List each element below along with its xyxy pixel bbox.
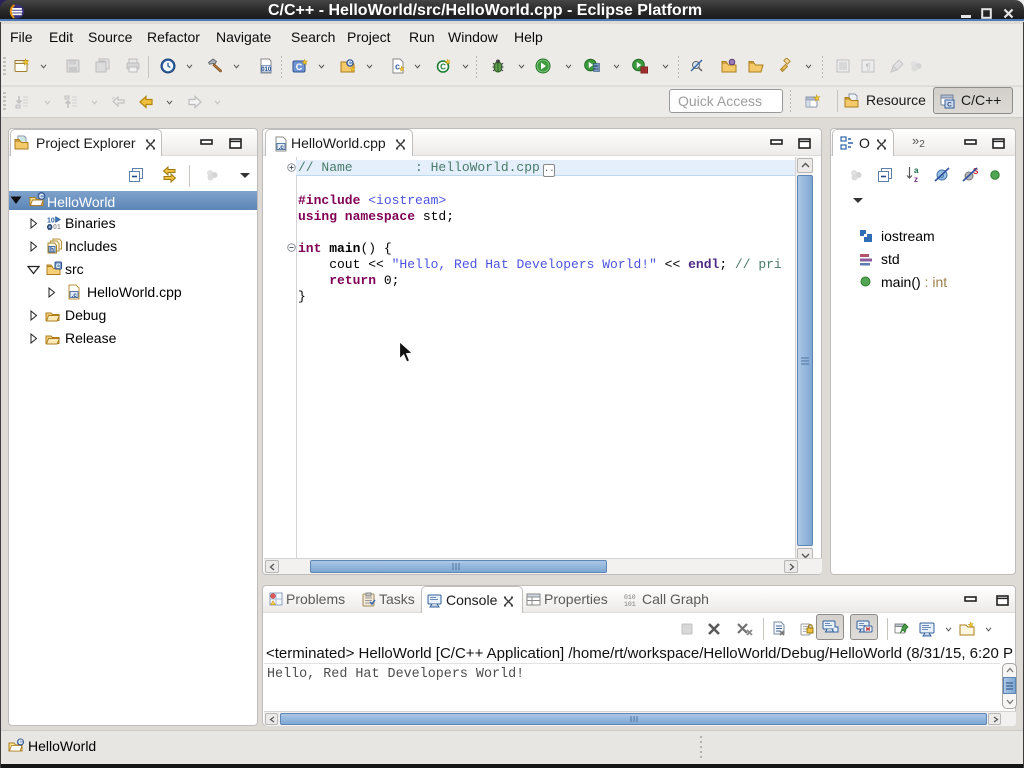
svg-text:01: 01 — [53, 224, 61, 231]
svg-text:.c: .c — [71, 292, 77, 299]
svg-text:010: 010 — [624, 594, 636, 601]
svg-text:010: 010 — [261, 67, 272, 73]
svg-text:C: C — [56, 264, 61, 270]
svg-text:z: z — [914, 175, 918, 183]
svg-text:c: c — [395, 62, 400, 72]
svg-text:h: h — [50, 246, 54, 253]
svg-text:¶: ¶ — [866, 62, 871, 72]
svg-text:C: C — [39, 193, 44, 200]
svg-text:C: C — [18, 740, 23, 746]
svg-text:C: C — [296, 62, 303, 72]
svg-text:C: C — [947, 102, 952, 109]
svg-text:C: C — [348, 61, 353, 67]
svg-text:C: C — [440, 63, 446, 72]
svg-text:101: 101 — [624, 601, 636, 608]
svg-text:a: a — [914, 166, 919, 175]
svg-text:.c: .c — [278, 144, 284, 151]
